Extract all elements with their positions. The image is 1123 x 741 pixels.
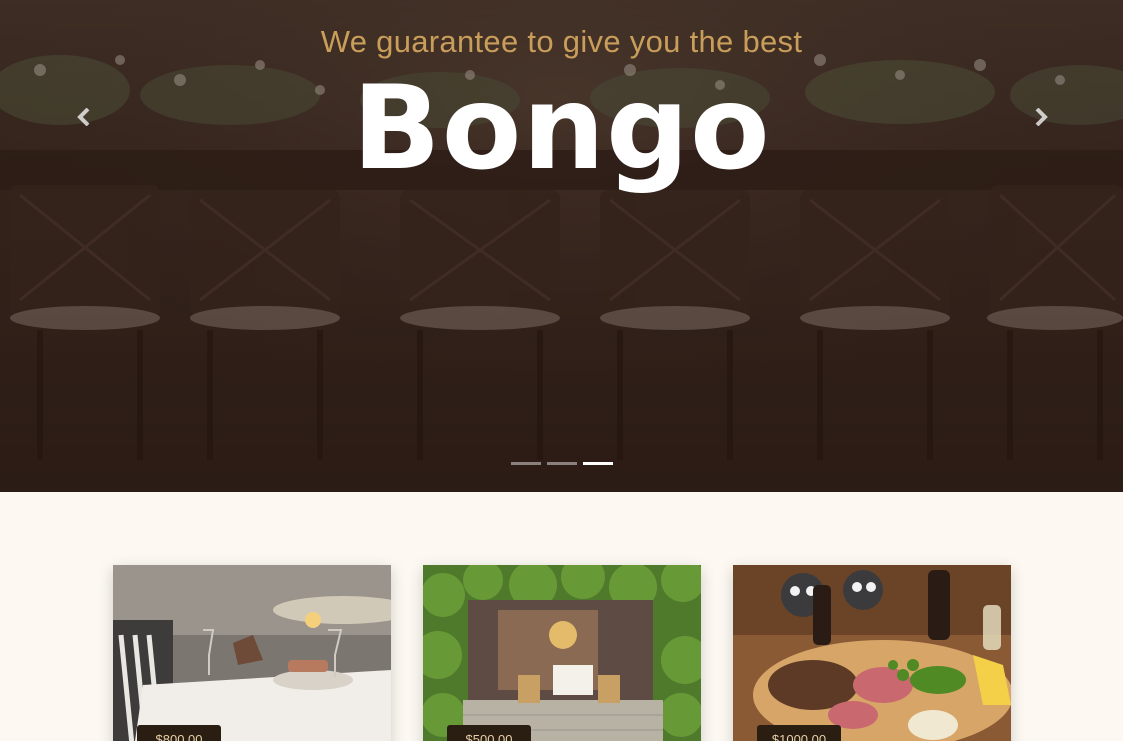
carousel-prev-button[interactable] [71,104,97,130]
carousel-indicator-3[interactable] [583,462,613,465]
offer-card-platter[interactable]: $1000.00 [733,565,1011,741]
price-badge: $500.00 [447,725,531,741]
chevron-left-icon [77,108,90,126]
offer-cards: $800.00 $500.00 $1000.00 [113,565,1011,741]
dining-table-image [113,565,391,741]
price-badge: $800.00 [137,725,221,741]
price-badge: $1000.00 [757,725,841,741]
chevron-right-icon [1035,108,1048,126]
carousel-indicators [511,462,613,465]
terrace-image [423,565,701,741]
offer-card-dining[interactable]: $800.00 [113,565,391,741]
hero-subtitle: We guarantee to give you the best [320,24,803,59]
carousel-indicator-1[interactable] [511,462,541,465]
offer-card-terrace[interactable]: $500.00 [423,565,701,741]
carousel-indicator-2[interactable] [547,462,577,465]
hero-title: Bongo [352,61,771,196]
meat-platter-image [733,565,1011,741]
hero-carousel: We guarantee to give you the best Bongo [0,0,1123,492]
carousel-next-button[interactable] [1028,104,1054,130]
